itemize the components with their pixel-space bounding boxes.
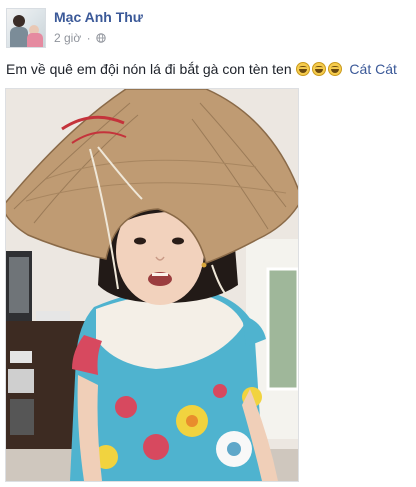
tagged-person-link[interactable]: Cát Cát xyxy=(349,61,396,77)
caption-text: Em về quê em đội nón lá đi bắt gà con tè… xyxy=(6,61,296,77)
globe-icon xyxy=(96,33,106,43)
author-avatar[interactable] xyxy=(6,8,46,48)
author-name-link[interactable]: Mạc Anh Thư xyxy=(54,9,143,25)
avatar-child-body xyxy=(27,33,43,47)
avatar-person-head xyxy=(13,15,25,27)
grinning-face-icon xyxy=(327,62,342,76)
photo-illustration xyxy=(6,89,298,481)
post-photo[interactable] xyxy=(5,88,299,482)
post-timestamp[interactable]: 2 giờ xyxy=(54,31,81,45)
meta-separator: · xyxy=(86,31,91,45)
grinning-face-icon xyxy=(311,62,326,76)
facebook-post: Mạc Anh Thư 2 giờ · Em về quê em đội nón… xyxy=(0,0,416,487)
post-meta: 2 giờ · xyxy=(54,31,106,45)
post-caption: Em về quê em đội nón lá đi bắt gà con tè… xyxy=(6,61,414,77)
grinning-face-icon xyxy=(295,62,310,76)
avatar-person-body xyxy=(10,27,28,47)
